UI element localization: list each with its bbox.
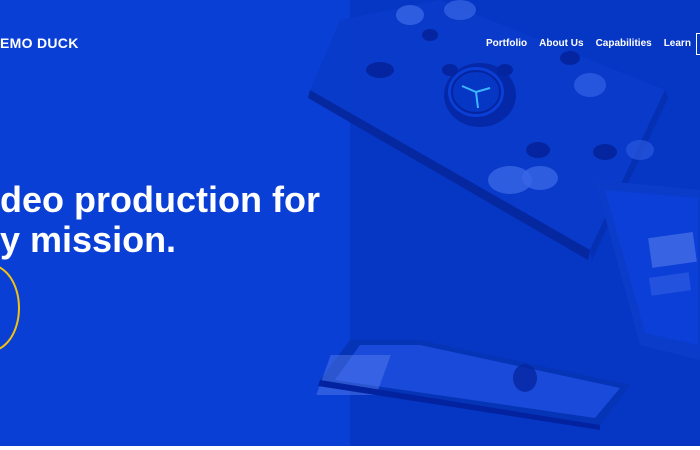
headline-line-1: deo production for [0, 179, 320, 220]
nav-item-capabilities[interactable]: Capabilities [596, 38, 652, 49]
hero-illustration [308, 0, 700, 430]
nav-cta-button[interactable] [696, 33, 700, 55]
page-bottom-edge [0, 446, 700, 450]
headline-line-2: y mission. [0, 219, 177, 260]
nav-item-portfolio[interactable]: Portfolio [486, 38, 527, 49]
nav-item-about-us[interactable]: About Us [539, 38, 583, 49]
site-logo[interactable]: EMO DUCK [0, 35, 79, 51]
main-nav: Portfolio About Us Capabilities Learn [486, 38, 691, 49]
hero-section: EMO DUCK Portfolio About Us Capabilities… [0, 0, 700, 446]
hero-headline: deo production for y mission. [0, 180, 320, 260]
nav-item-learn[interactable]: Learn [664, 38, 691, 49]
play-circle-icon[interactable] [0, 264, 20, 352]
